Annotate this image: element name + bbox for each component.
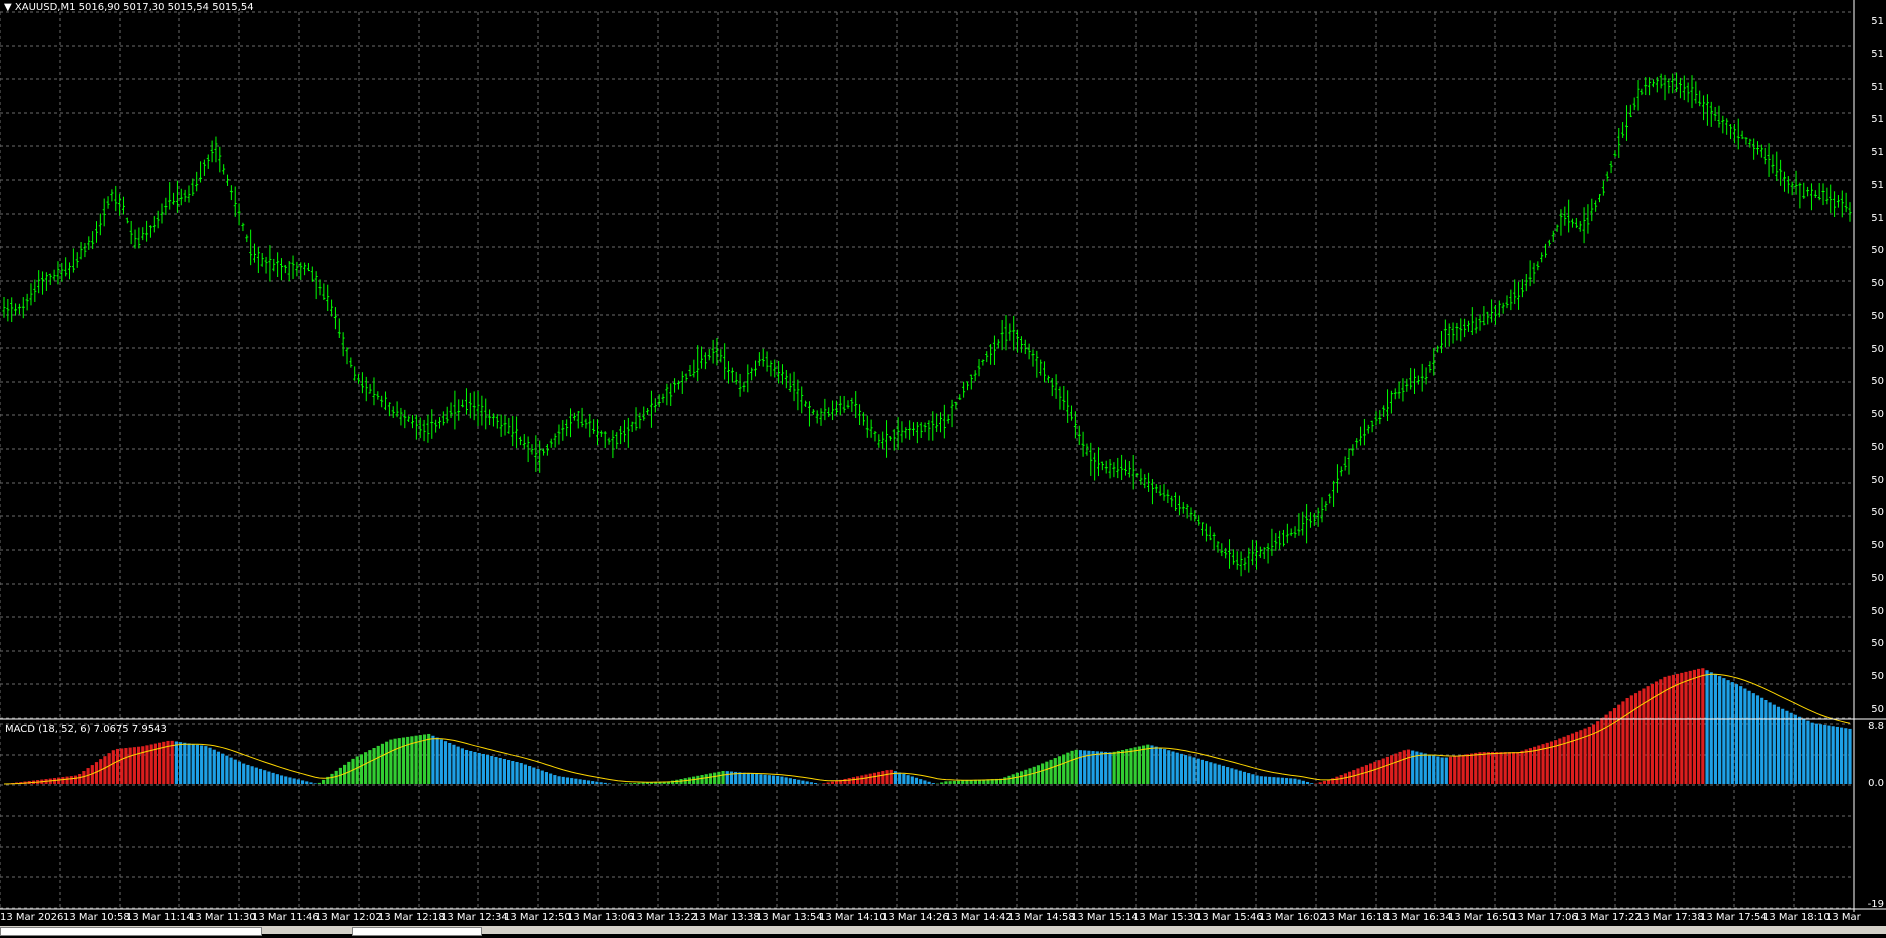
time-axis-label: 13 Mar 16:34 — [1385, 912, 1452, 923]
time-axis-label: 13 Mar 16:18 — [1322, 912, 1389, 923]
time-axis-label: 13 Mar 14:10 — [819, 912, 886, 923]
price-axis-label: 50 — [1871, 310, 1884, 322]
time-axis-label: 13 Mar 17:54 — [1700, 912, 1767, 923]
time-axis-label: 13 Mar 11:46 — [252, 912, 319, 923]
time-axis-label: 13 Mar 11:14 — [126, 912, 193, 923]
time-axis-label: 13 Mar 12:02 — [315, 912, 382, 923]
time-axis-label: 13 Mar 12:34 — [441, 912, 508, 923]
time-axis-label: 13 Mar 10:58 — [63, 912, 130, 923]
status-strip — [0, 926, 1886, 934]
price-axis-label: 50 — [1871, 507, 1884, 519]
price-axis-label: 50 — [1871, 245, 1884, 257]
time-axis-label: 13 Mar 17:38 — [1637, 912, 1704, 923]
price-axis-label: 50 — [1871, 638, 1884, 650]
triangle-down-icon[interactable]: ▼ — [4, 2, 12, 13]
price-axis-label: 50 — [1871, 540, 1884, 552]
time-axis-label: 13 Mar 13:06 — [567, 912, 634, 923]
price-axis-label: 51 — [1871, 212, 1884, 224]
time-axis-label: 13 Mar 13:54 — [756, 912, 823, 923]
price-axis-label: 50 — [1871, 671, 1884, 683]
time-axis-label: 13 Mar 17:22 — [1574, 912, 1641, 923]
price-axis-label: 50 — [1871, 409, 1884, 421]
price-axis-label: 50 — [1871, 441, 1884, 453]
time-axis-label: 13 Mar 16:50 — [1448, 912, 1515, 923]
price-axis-label: 51 — [1871, 48, 1884, 60]
price-axis-label: 50 — [1871, 572, 1884, 584]
time-axis-label: 13 Mar 12:18 — [378, 912, 445, 923]
macd-min-label: -19 — [1867, 899, 1884, 910]
price-axis-label: 50 — [1871, 376, 1884, 388]
price-axis-label: 51 — [1871, 16, 1884, 27]
price-axis-label: 50 — [1871, 474, 1884, 486]
time-axis-label: 13 Mar 18:10 — [1763, 912, 1830, 923]
price-axis-label: 50 — [1871, 704, 1884, 715]
price-axis-label: 51 — [1871, 179, 1884, 191]
chart-canvas[interactable] — [0, 0, 1886, 934]
time-axis-label: 13 Mar 15:46 — [1196, 912, 1263, 923]
symbol-info: ▼ XAUUSD,M1 5016,90 5017,30 5015,54 5015… — [4, 2, 254, 13]
time-axis-label: 13 Mar 13:38 — [693, 912, 760, 923]
macd-zero-label: 0.0 — [1868, 778, 1884, 789]
time-axis-label: 13 Mar 15:14 — [1071, 912, 1138, 923]
chart-tab-1[interactable] — [0, 927, 262, 936]
macd-info: MACD (18, 52, 6) 7.0675 7.9543 — [5, 724, 167, 735]
time-axis-label: 13 Mar 13:22 — [630, 912, 697, 923]
price-axis-label: 51 — [1871, 114, 1884, 126]
trading-chart[interactable]: ▼ XAUUSD,M1 5016,90 5017,30 5015,54 5015… — [0, 0, 1886, 936]
time-axis-label: 13 Mar 14:26 — [882, 912, 949, 923]
time-axis-label: 13 Mar 14:58 — [1008, 912, 1075, 923]
chart-tab-2[interactable] — [352, 927, 482, 936]
time-axis-label: 13 Mar 17:06 — [1511, 912, 1578, 923]
price-axis-label: 51 — [1871, 81, 1884, 93]
time-axis-label: 13 Mar 16:02 — [1259, 912, 1326, 923]
time-axis-label: 13 Mar 12:50 — [504, 912, 571, 923]
price-axis-label: 50 — [1871, 278, 1884, 290]
time-axis-label: 13 Mar 11:30 — [189, 912, 256, 923]
price-axis-label: 50 — [1871, 605, 1884, 617]
price-axis-label: 50 — [1871, 343, 1884, 355]
price-axis-label: 51 — [1871, 147, 1884, 159]
macd-max-label: 8.8 — [1868, 721, 1884, 732]
time-axis-label: 13 Mar 15:30 — [1133, 912, 1200, 923]
time-axis-label: 13 Mar 2026 — [0, 912, 64, 923]
time-axis-label: 13 Mar — [1826, 912, 1861, 923]
time-axis-label: 13 Mar 14:42 — [945, 912, 1012, 923]
